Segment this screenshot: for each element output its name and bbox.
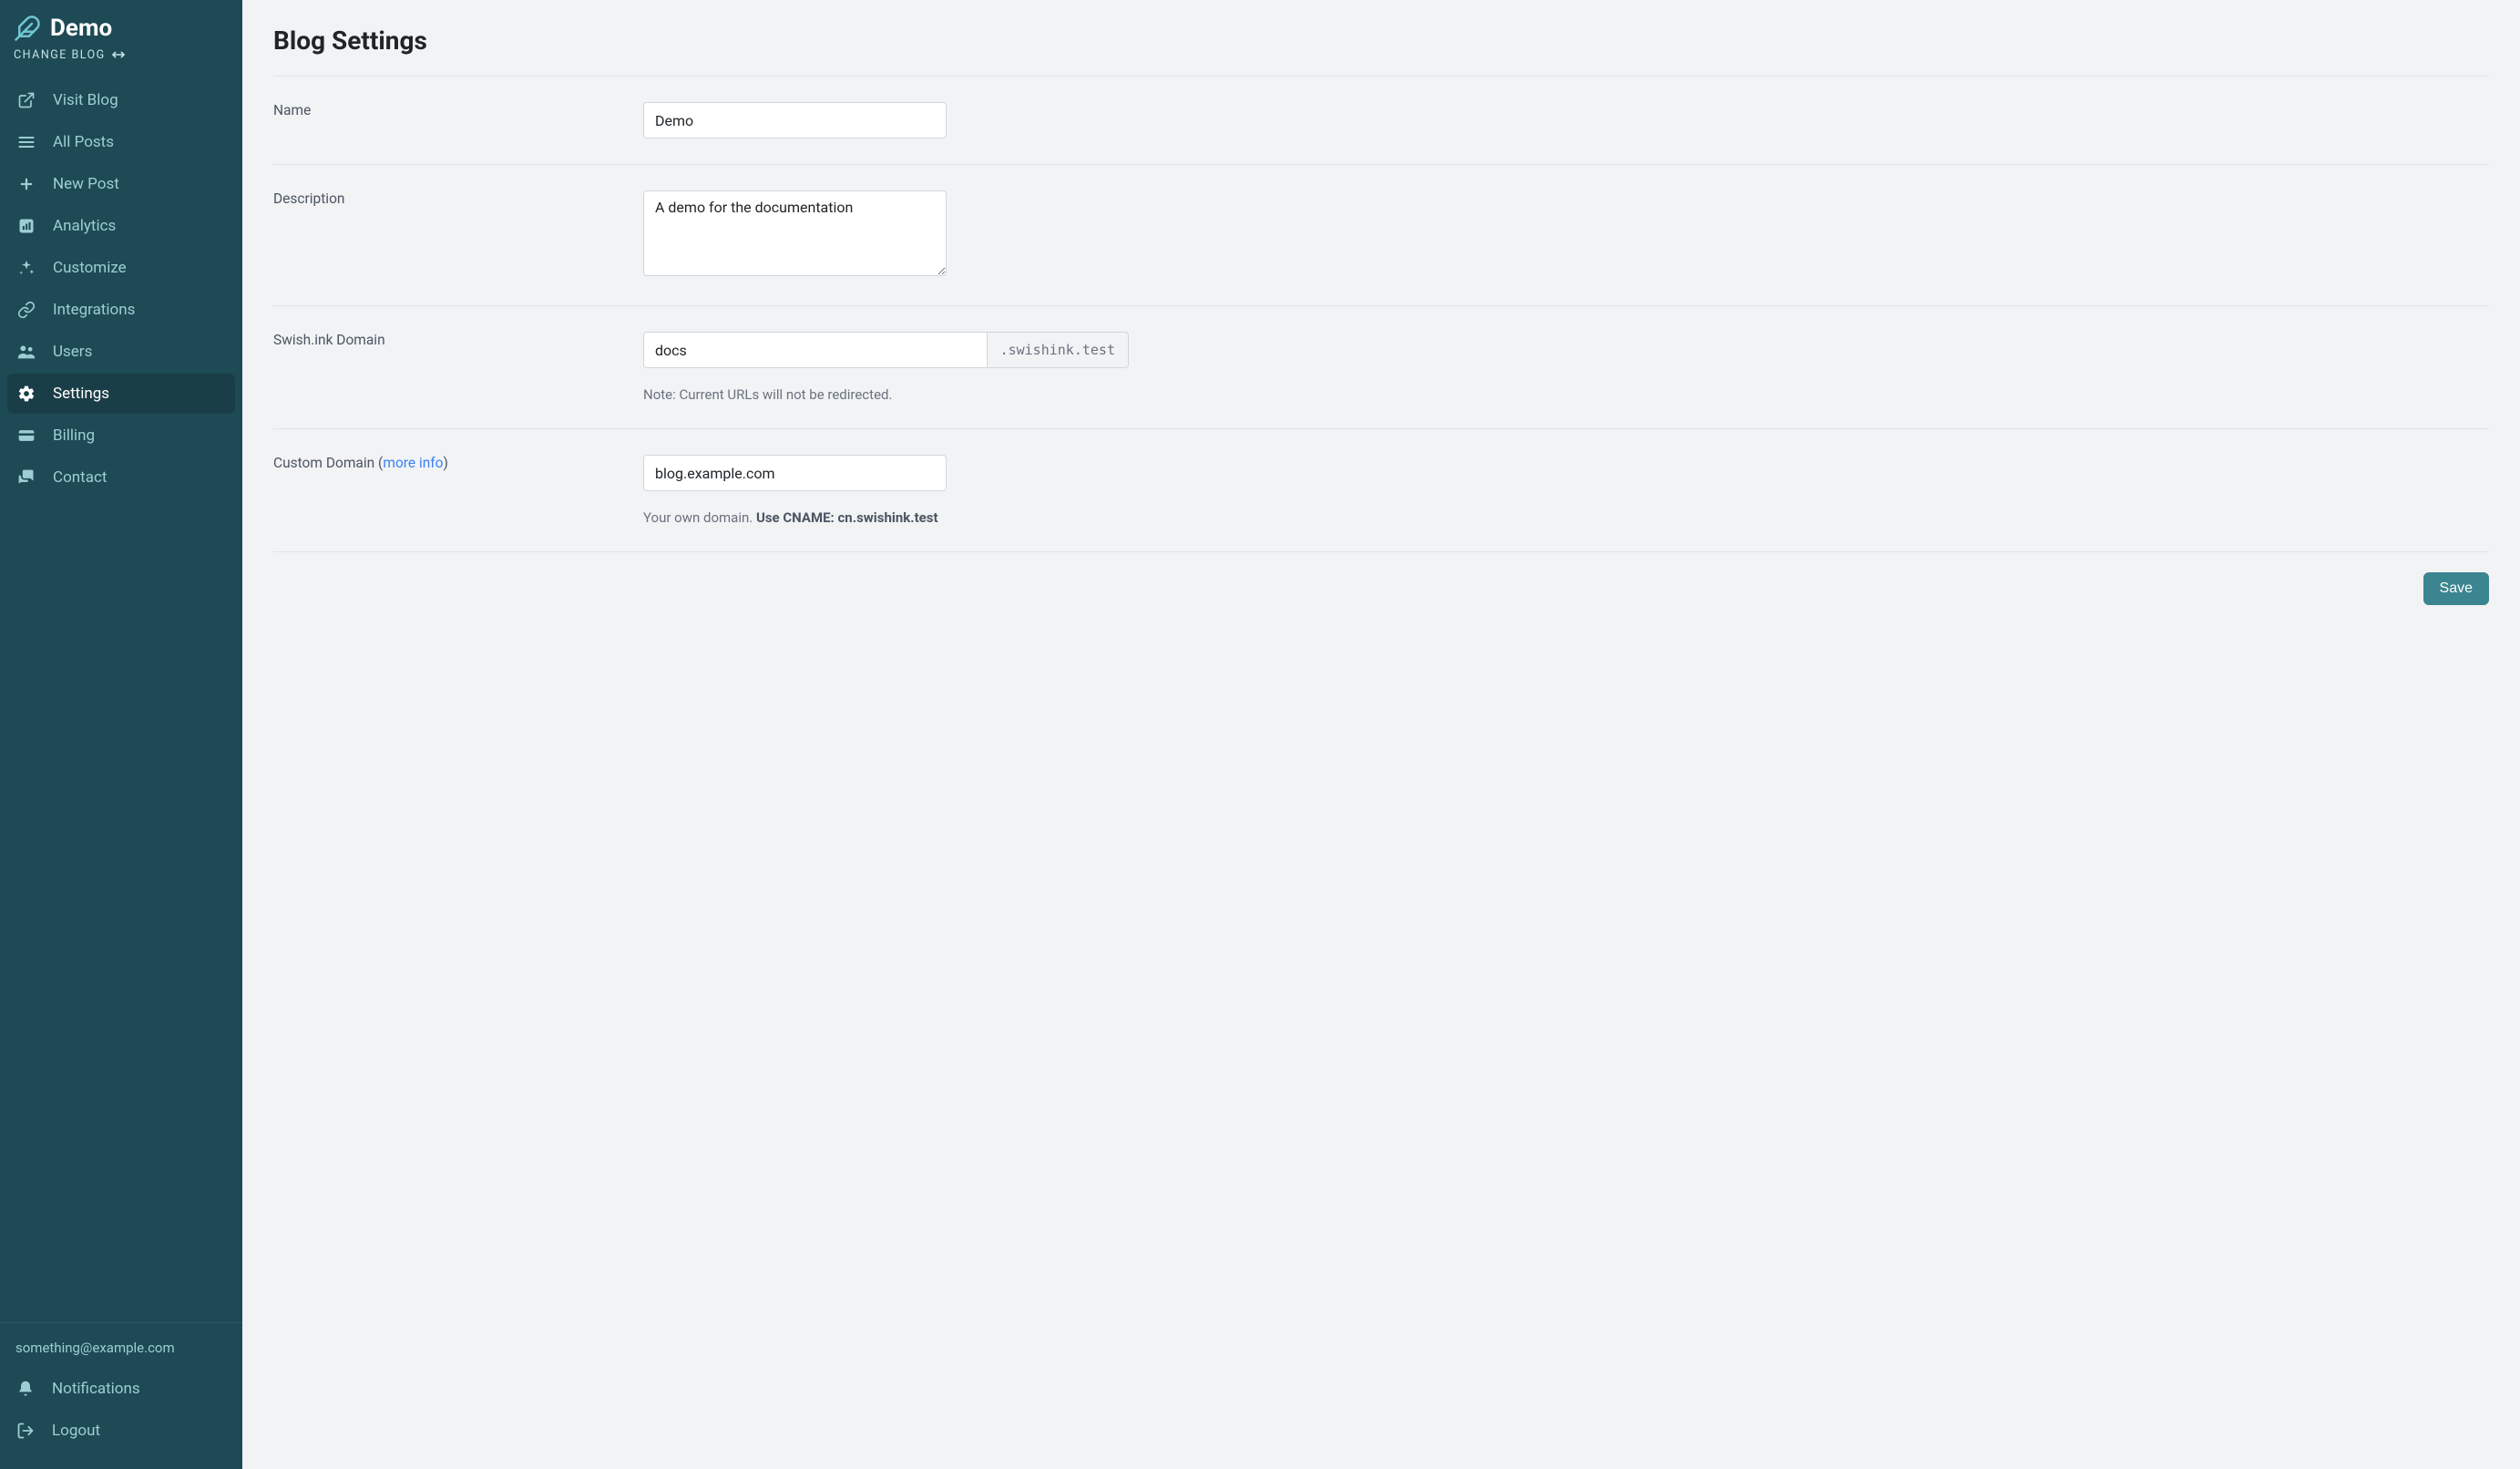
sidebar-item-notifications[interactable]: Notifications [14,1369,229,1409]
field-label: Swish.ink Domain [273,332,616,403]
change-blog-link[interactable]: CHANGE BLOG [14,47,229,62]
swish-domain-input[interactable] [643,332,988,368]
sidebar-item-settings[interactable]: Settings [7,374,235,414]
sidebar-item-label: Analytics [53,217,116,235]
feather-icon [14,15,41,42]
sidebar-item-visit-blog[interactable]: Visit Blog [7,80,235,120]
page-title: Blog Settings [273,26,2489,56]
sidebar-item-label: Settings [53,385,109,403]
field-row-custom-domain: Custom Domain (more info) Your own domai… [273,428,2489,551]
custom-domain-help: Your own domain. Use CNAME: cn.swishink.… [643,509,1299,526]
field-row-description: Description [273,164,2489,305]
sidebar-item-label: Notifications [52,1380,140,1398]
main-content: Blog Settings Name Description Swish.ink… [242,0,2520,1469]
sidebar-item-label: All Posts [53,133,114,151]
sidebar-item-label: Contact [53,468,107,487]
bell-icon [15,1379,36,1399]
brand-title: Demo [50,15,112,42]
credit-card-icon [16,426,36,446]
name-input[interactable] [643,102,947,139]
actions-row: Save [273,551,2489,625]
sidebar-item-all-posts[interactable]: All Posts [7,122,235,162]
chart-icon [16,216,36,236]
field-row-name: Name [273,76,2489,164]
field-label: Name [273,102,616,139]
chat-icon [16,467,36,488]
list-icon [16,132,36,152]
sparkles-icon [16,258,36,278]
sidebar-item-logout[interactable]: Logout [14,1411,229,1451]
sidebar-nav: Visit Blog All Posts New Post Analytics [0,78,242,1322]
custom-domain-input[interactable] [643,455,947,491]
sidebar-item-analytics[interactable]: Analytics [7,206,235,246]
sidebar-item-label: New Post [53,175,119,193]
gear-icon [16,384,36,404]
users-icon [16,342,36,362]
sidebar-item-label: Users [53,343,92,361]
plus-icon [16,174,36,194]
sidebar-item-integrations[interactable]: Integrations [7,290,235,330]
sidebar-item-label: Billing [53,426,95,445]
sidebar: Demo CHANGE BLOG Visit Blog All Post [0,0,242,1469]
sidebar-item-new-post[interactable]: New Post [7,164,235,204]
sidebar-item-label: Logout [52,1422,100,1440]
sidebar-item-users[interactable]: Users [7,332,235,372]
sidebar-item-label: Customize [53,259,127,277]
user-email: something@example.com [14,1340,229,1356]
field-row-swish-domain: Swish.ink Domain .swishink.test Note: Cu… [273,305,2489,428]
swish-domain-note: Note: Current URLs will not be redirecte… [643,386,1299,403]
sidebar-item-billing[interactable]: Billing [7,416,235,456]
logout-icon [15,1421,36,1441]
field-label: Custom Domain (more info) [273,455,616,526]
field-label: Description [273,190,616,280]
link-icon [16,300,36,320]
swap-icon [111,47,126,62]
save-button[interactable]: Save [2423,572,2489,605]
more-info-link[interactable]: more info [383,455,443,471]
domain-suffix: .swishink.test [988,332,1129,368]
external-link-icon [16,90,36,110]
sidebar-item-contact[interactable]: Contact [7,457,235,498]
description-textarea[interactable] [643,190,947,276]
change-blog-label: CHANGE BLOG [14,48,106,62]
sidebar-item-customize[interactable]: Customize [7,248,235,288]
sidebar-item-label: Visit Blog [53,91,118,109]
sidebar-item-label: Integrations [53,301,135,319]
